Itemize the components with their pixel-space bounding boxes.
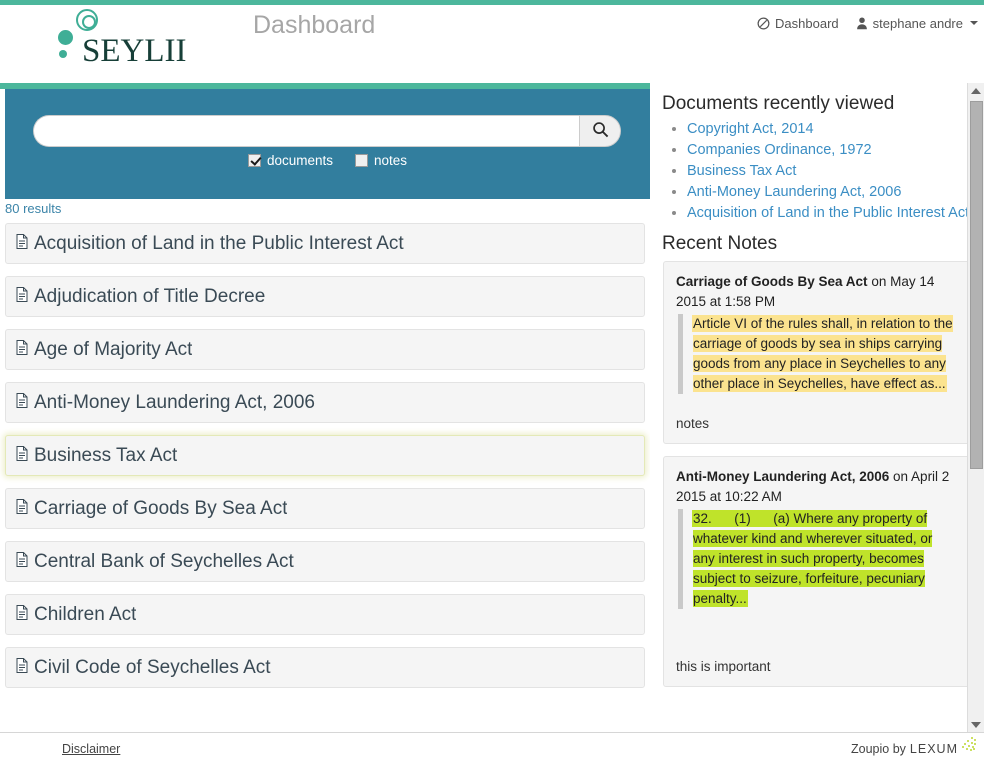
filter-label-notes: notes — [374, 153, 407, 168]
logo-dot-small-icon — [59, 50, 67, 58]
note-document-title: Carriage of Goods By Sea Act — [676, 274, 868, 289]
table-row[interactable]: Age of Majority Act — [5, 329, 645, 370]
note-document-title: Anti-Money Laundering Act, 2006 — [676, 469, 889, 484]
nav-item-user-menu[interactable]: stephane andre — [856, 16, 978, 31]
search-input[interactable] — [33, 115, 579, 147]
document-icon — [16, 340, 28, 360]
recent-notes-title: Recent Notes — [662, 233, 984, 255]
document-icon — [16, 552, 28, 572]
list-item: Companies Ordinance, 1972 — [687, 142, 984, 158]
list-item: Copyright Act, 2014 — [687, 121, 984, 137]
recent-documents-title: Documents recently viewed — [662, 93, 984, 115]
note-quote: 32. (1) (a) Where any property of whatev… — [678, 509, 957, 609]
note-quote-text: 32. (1) (a) Where any property of whatev… — [693, 511, 932, 606]
table-row[interactable]: Acquisition of Land in the Public Intere… — [5, 223, 645, 264]
search-button[interactable] — [579, 115, 621, 147]
document-icon — [16, 393, 28, 413]
search-row — [33, 115, 621, 147]
page-scrollbar[interactable] — [967, 83, 984, 733]
document-icon — [16, 658, 28, 678]
document-title: Adjudication of Title Decree — [34, 286, 265, 308]
search-panel: documents notes — [5, 89, 650, 199]
logo-dot-large-icon — [58, 30, 73, 45]
note-card[interactable]: Anti-Money Laundering Act, 2006 on April… — [663, 456, 970, 687]
credit-brand: LEXUM — [910, 742, 958, 756]
results-count[interactable]: 80 results — [5, 201, 61, 216]
list-item: Acquisition of Land in the Public Intere… — [687, 205, 984, 221]
scrollbar-thumb[interactable] — [970, 101, 983, 469]
checkbox-notes[interactable] — [355, 154, 368, 167]
document-results-list: Acquisition of Land in the Public Intere… — [0, 223, 650, 733]
recent-document-link[interactable]: Copyright Act, 2014 — [687, 121, 814, 137]
top-navigation: Dashboard stephane andre — [757, 10, 978, 36]
document-icon — [16, 234, 28, 254]
document-title: Business Tax Act — [34, 445, 177, 467]
note-quote-text: Article VI of the rules shall, in relati… — [693, 316, 953, 391]
credit-prefix: Zoupio by — [851, 742, 906, 756]
table-row[interactable]: Children Act — [5, 594, 645, 635]
document-title: Anti-Money Laundering Act, 2006 — [34, 392, 315, 414]
scroll-down-arrow-icon[interactable] — [968, 717, 984, 733]
note-body: this is important — [676, 659, 957, 674]
nav-item-dashboard[interactable]: Dashboard — [757, 16, 839, 31]
recent-document-link[interactable]: Anti-Money Laundering Act, 2006 — [687, 184, 901, 200]
note-body: notes — [676, 416, 957, 431]
scroll-up-arrow-icon[interactable] — [968, 83, 984, 99]
document-icon — [16, 499, 28, 519]
filter-notes[interactable]: notes — [355, 153, 407, 168]
recent-document-link[interactable]: Business Tax Act — [687, 163, 796, 179]
document-title: Children Act — [34, 604, 136, 626]
page-title: Dashboard — [253, 11, 375, 40]
recent-document-link[interactable]: Acquisition of Land in the Public Intere… — [687, 205, 969, 221]
document-title: Carriage of Goods By Sea Act — [34, 498, 287, 520]
note-quote: Article VI of the rules shall, in relati… — [678, 314, 957, 394]
lexum-dots-icon — [960, 737, 976, 753]
document-title: Acquisition of Land in the Public Intere… — [34, 233, 404, 255]
recent-document-link[interactable]: Companies Ordinance, 1972 — [687, 142, 872, 158]
main-content: documents notes 80 results — [0, 83, 984, 733]
brand-name: SeyLII — [82, 21, 186, 71]
list-item: Anti-Money Laundering Act, 2006 — [687, 184, 984, 200]
filter-documents[interactable]: documents — [248, 153, 333, 168]
document-title: Civil Code of Seychelles Act — [34, 657, 271, 679]
table-row[interactable]: Civil Code of Seychelles Act — [5, 647, 645, 688]
search-filters: documents notes — [5, 153, 650, 168]
credit-lexum[interactable]: Zoupio by LEXUM — [851, 742, 958, 756]
sidebar-column: Documents recently viewed Copyright Act,… — [655, 83, 984, 733]
table-row[interactable]: Adjudication of Title Decree — [5, 276, 645, 317]
table-row[interactable]: Anti-Money Laundering Act, 2006 — [5, 382, 645, 423]
app-window: SeyLII Dashboard Dashboard — [0, 0, 984, 766]
nav-label-dashboard: Dashboard — [775, 16, 839, 31]
document-icon — [16, 446, 28, 466]
document-title: Age of Majority Act — [34, 339, 192, 361]
list-item: Business Tax Act — [687, 163, 984, 179]
disclaimer-link[interactable]: Disclaimer — [62, 742, 120, 756]
note-card[interactable]: Carriage of Goods By Sea Act on May 14 2… — [663, 261, 970, 444]
search-icon — [592, 121, 609, 141]
masthead: SeyLII Dashboard Dashboard — [0, 5, 984, 83]
document-icon — [16, 605, 28, 625]
target-icon — [757, 17, 770, 30]
document-title: Central Bank of Seychelles Act — [34, 551, 294, 573]
table-row-active[interactable]: Business Tax Act — [5, 435, 645, 476]
filter-label-documents: documents — [267, 153, 333, 168]
search-results-column: documents notes 80 results — [0, 83, 650, 733]
note-header: Carriage of Goods By Sea Act on May 14 2… — [676, 272, 957, 312]
table-row[interactable]: Central Bank of Seychelles Act — [5, 541, 645, 582]
checkbox-documents[interactable] — [248, 154, 261, 167]
user-icon — [856, 17, 868, 30]
note-header: Anti-Money Laundering Act, 2006 on April… — [676, 467, 957, 507]
nav-label-username: stephane andre — [873, 16, 963, 31]
chevron-down-icon — [970, 21, 978, 25]
footer: Disclaimer Zoupio by LEXUM — [0, 732, 984, 766]
document-icon — [16, 287, 28, 307]
table-row[interactable]: Carriage of Goods By Sea Act — [5, 488, 645, 529]
recent-documents-list: Copyright Act, 2014 Companies Ordinance,… — [659, 121, 984, 221]
